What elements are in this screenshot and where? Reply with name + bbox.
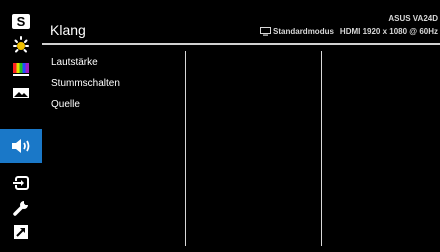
osd-panel: Klang ASUS VA24D Standardmodus HDMI 1920… xyxy=(42,0,440,252)
menu-item-source[interactable]: Quelle xyxy=(51,99,80,110)
mode-label: Standardmodus xyxy=(273,27,334,36)
image-icon[interactable] xyxy=(5,81,37,105)
shortcut-arrow-icon[interactable] xyxy=(5,220,37,244)
osd-sidebar: S xyxy=(0,0,42,252)
model-name: ASUS VA24D xyxy=(388,14,438,23)
speaker-icon[interactable] xyxy=(0,129,42,163)
input-select-icon[interactable] xyxy=(5,171,37,195)
status-bar: Standardmodus HDMI 1920 x 1080 @ 60Hz xyxy=(260,27,438,36)
column-divider xyxy=(185,51,186,246)
header-divider xyxy=(42,43,440,45)
color-bars-icon[interactable] xyxy=(5,57,37,81)
menu-item-mute[interactable]: Stummschalten xyxy=(51,78,120,89)
wrench-icon[interactable] xyxy=(5,196,37,220)
menu-item-volume[interactable]: Lautstärke xyxy=(51,57,98,68)
splendid-s-icon[interactable]: S xyxy=(5,9,37,33)
monitor-icon xyxy=(260,27,272,36)
column-divider xyxy=(321,51,322,246)
signal-info: HDMI 1920 x 1080 @ 60Hz xyxy=(339,27,438,36)
page-title: Klang xyxy=(50,22,86,38)
svg-text:S: S xyxy=(17,14,26,29)
blue-light-filter-icon[interactable] xyxy=(5,33,37,57)
